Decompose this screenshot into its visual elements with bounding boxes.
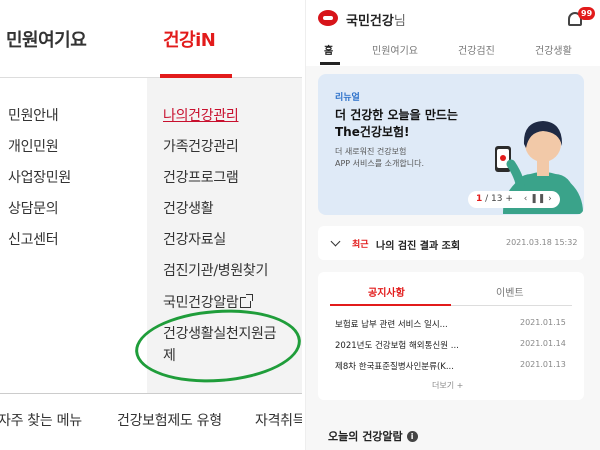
more-button[interactable]: 더보기 + (432, 380, 463, 391)
footer-favorite-menu[interactable]: 자주 찾는 메뉴 (0, 410, 82, 430)
left-footer: 자주 찾는 메뉴 건강보험제도 유형 자격취득 (0, 393, 302, 450)
user-greeting: 국민건강님 (346, 10, 406, 29)
external-link-icon (240, 294, 254, 308)
menu-item-find-hospital[interactable]: 검진기관/병원찾기 (163, 260, 268, 280)
user-name: 국민건강 (346, 14, 394, 29)
notice-card: 공지사항 이벤트 보험료 납부 관련 서비스 일시... 2021.01.15 … (318, 272, 584, 400)
tab-notice[interactable]: 공지사항 (368, 284, 405, 299)
chevron-down-icon (330, 236, 341, 247)
pager-controls[interactable]: ‹ ❚❚ › (524, 191, 552, 208)
tab-event[interactable]: 이벤트 (496, 284, 524, 299)
banner-description: 더 새로워진 건강보험 APP 서비스를 소개합니다. (335, 146, 424, 170)
notice-title: 제8차 한국표준질병사인분류(K... (335, 362, 454, 372)
list-item[interactable]: 보험료 납부 관련 서비스 일시... 2021.01.15 (335, 318, 575, 330)
notice-title: 보험료 납부 관련 서비스 일시... (335, 320, 448, 330)
menu-item-family-health[interactable]: 가족건강관리 (163, 136, 239, 156)
list-item[interactable]: 2021년도 건강보험 해외통신원 ... 2021.01.14 (335, 339, 575, 351)
banner-tag: 리뉴얼 (335, 93, 360, 103)
mobile-app-panel: 국민건강님 99 홈 민원여기요 건강검진 건강생활 리뉴얼 더 건강한 오늘을… (305, 0, 600, 450)
notice-date: 2021.01.14 (520, 339, 566, 348)
info-icon[interactable]: i (406, 431, 418, 442)
checkup-title: 나의 검진 결과 조회 (376, 241, 461, 252)
menu-item-health-life[interactable]: 건강생활 (163, 198, 214, 218)
promo-banner[interactable]: 리뉴얼 더 건강한 오늘을 만드는 The건강보험! 더 새로워진 건강보험 A… (318, 74, 584, 215)
alarm-title: 오늘의 건강알람 (328, 430, 403, 443)
menu-item-minwon-guide[interactable]: 민원안내 (8, 105, 59, 125)
tab-home[interactable]: 홈 (324, 42, 333, 57)
active-tab-underline (320, 62, 340, 65)
menu-item-my-health[interactable]: 나의건강관리 (163, 105, 239, 125)
tab-minwon[interactable]: 민원여기요 (6, 26, 87, 52)
recent-label: 최근 (352, 240, 369, 250)
user-suffix: 님 (393, 14, 406, 29)
logo-icon (318, 10, 338, 26)
footer-qualification[interactable]: 자격취득 (255, 410, 302, 430)
left-panel: 민원여기요 건강iN 민원안내 개인민원 사업장민원 상담문의 신고센터 나의건… (0, 0, 302, 450)
notice-date: 2021.01.15 (520, 318, 566, 327)
menu-item-consultation[interactable]: 상담문의 (8, 198, 59, 218)
tab-checkup[interactable]: 건강검진 (458, 42, 495, 57)
section-title-health-alarm: 오늘의 건강알람 i (328, 428, 418, 444)
banner-title: 더 건강한 오늘을 만드는 The건강보험! (335, 107, 458, 141)
checkup-result-card[interactable]: 최근 나의 검진 결과 조회 2021.03.18 15:32 (318, 226, 584, 260)
footer-insurance-types[interactable]: 건강보험제도 유형 (117, 410, 222, 430)
list-item[interactable]: 제8차 한국표준질병사인분류(K... 2021.01.13 (335, 360, 575, 372)
pager-current: 1 (476, 194, 483, 204)
left-header: 민원여기요 건강iN (0, 0, 302, 78)
notice-date: 2021.01.13 (520, 360, 566, 369)
app-header: 국민건강님 99 홈 민원여기요 건강검진 건강생활 (306, 0, 600, 66)
menu-item-personal-minwon[interactable]: 개인민원 (8, 136, 59, 156)
menu-column-minwon: 민원안내 개인민원 사업장민원 상담문의 신고센터 (0, 78, 147, 393)
menu-item-business-minwon[interactable]: 사업장민원 (8, 167, 71, 187)
banner-title-line2: The건강보험! (335, 125, 410, 139)
banner-pager: 1 / 13 + ‹ ❚❚ › (468, 191, 560, 208)
menu-item-report-center[interactable]: 신고센터 (8, 229, 59, 249)
menu-item-health-program[interactable]: 건강프로그램 (163, 167, 239, 187)
banner-desc-line1: 더 새로워진 건강보험 (335, 147, 407, 156)
pager-total: / 13 + (485, 194, 513, 204)
notification-badge: 99 (578, 7, 596, 20)
tab-minwon[interactable]: 민원여기요 (372, 42, 418, 57)
banner-title-line1: 더 건강한 오늘을 만드는 (335, 108, 458, 122)
tab-health-life[interactable]: 건강생활 (535, 42, 572, 57)
notice-tab-underline (330, 304, 451, 306)
notice-title: 2021년도 건강보험 해외통신원 ... (335, 341, 459, 351)
tab-divider (451, 305, 572, 306)
banner-desc-line2: APP 서비스를 소개합니다. (335, 159, 424, 168)
tab-health-in[interactable]: 건강iN (163, 26, 216, 52)
checkup-date: 2021.03.18 15:32 (506, 238, 578, 247)
menu-item-health-data[interactable]: 건강자료실 (163, 229, 226, 249)
